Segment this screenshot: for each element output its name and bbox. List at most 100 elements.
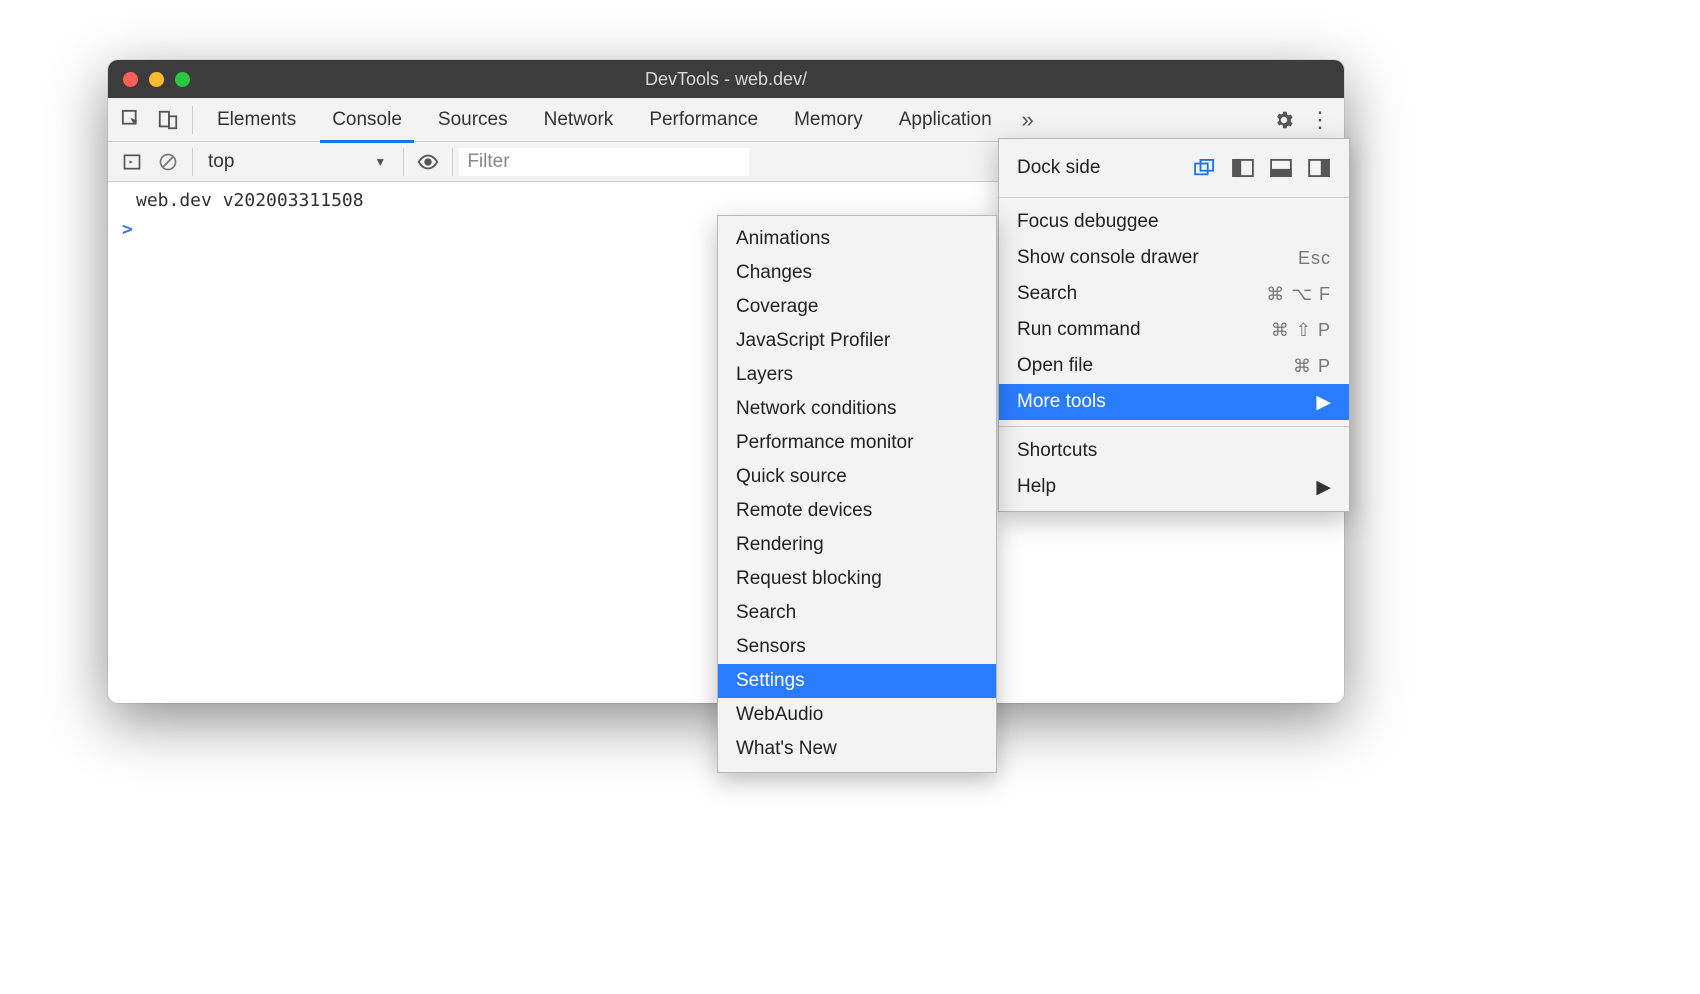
context-selector[interactable]: top ▼ [207, 150, 397, 174]
submenu-item-label: Quick source [736, 466, 847, 488]
overflow-menu: Dock side Focus debuggee Show console dra… [998, 138, 1350, 512]
tab-label: Performance [649, 109, 758, 131]
settings-gear-icon[interactable] [1266, 102, 1302, 138]
submenu-item-label: Search [736, 602, 796, 624]
menu-item-label: Shortcuts [1017, 440, 1097, 462]
more-tabs-icon[interactable]: » [1010, 102, 1046, 138]
window-title: DevTools - web.dev/ [108, 69, 1344, 90]
dock-right-icon[interactable] [1307, 158, 1331, 178]
tab-label: Memory [794, 109, 863, 131]
main-toolbar: Elements Console Sources Network Perform… [108, 98, 1344, 142]
menu-item[interactable]: Shortcuts [999, 433, 1349, 469]
submenu-item-label: Network conditions [736, 398, 897, 420]
submenu-arrow-icon: ▶ [1316, 476, 1331, 499]
menu-item[interactable]: Help ▶ [999, 469, 1349, 505]
tab-label: Sources [438, 109, 508, 131]
dock-side-label: Dock side [1017, 157, 1100, 179]
execution-sidebar-icon[interactable] [114, 144, 150, 180]
submenu-item[interactable]: Quick source [718, 460, 996, 494]
submenu-item[interactable]: JavaScript Profiler [718, 324, 996, 358]
separator [403, 148, 404, 176]
submenu-item[interactable]: Changes [718, 256, 996, 290]
titlebar: DevTools - web.dev/ [108, 60, 1344, 98]
submenu-item[interactable]: Settings [718, 664, 996, 698]
submenu-item-label: Sensors [736, 636, 806, 658]
menu-item[interactable]: Search ⌘ ⌥ F [999, 276, 1349, 312]
menu-item-label: Focus debuggee [1017, 211, 1159, 233]
tab-application[interactable]: Application [881, 98, 1010, 142]
tab-label: Application [899, 109, 992, 131]
menu-item[interactable]: Focus debuggee [999, 204, 1349, 240]
submenu-item[interactable]: Sensors [718, 630, 996, 664]
separator [452, 148, 453, 176]
menu-item[interactable]: Open file ⌘ P [999, 348, 1349, 384]
more-tools-submenu: Animations Changes Coverage JavaScript Prof… [717, 215, 997, 773]
submenu-item[interactable]: Remote devices [718, 494, 996, 528]
tab-console[interactable]: Console [314, 98, 420, 142]
submenu-item-label: Coverage [736, 296, 818, 318]
tab-sources[interactable]: Sources [420, 98, 526, 142]
tab-performance[interactable]: Performance [631, 98, 776, 142]
submenu-item-label: What's New [736, 738, 837, 760]
menu-item-label: Help [1017, 476, 1056, 498]
submenu-item-label: Animations [736, 228, 830, 250]
submenu-item[interactable]: WebAudio [718, 698, 996, 732]
chevron-down-icon: ▼ [374, 155, 386, 169]
submenu-item-label: Settings [736, 670, 805, 692]
tab-network[interactable]: Network [526, 98, 632, 142]
menu-item-shortcut: ⌘ ⇧ P [1271, 320, 1331, 341]
dock-side-row: Dock side [999, 145, 1349, 191]
menu-item-label: Search [1017, 283, 1077, 305]
submenu-item-label: JavaScript Profiler [736, 330, 890, 352]
inspect-element-icon[interactable] [114, 102, 150, 138]
menu-item-shortcut: ⌘ P [1293, 356, 1331, 377]
submenu-item[interactable]: Layers [718, 358, 996, 392]
live-expression-eye-icon[interactable] [410, 144, 446, 180]
menu-item-label: Show console drawer [1017, 247, 1199, 269]
kebab-menu-icon[interactable]: ⋮ [1302, 102, 1338, 138]
tab-memory[interactable]: Memory [776, 98, 881, 142]
submenu-item[interactable]: Network conditions [718, 392, 996, 426]
submenu-item[interactable]: Search [718, 596, 996, 630]
submenu-item[interactable]: Rendering [718, 528, 996, 562]
separator [192, 106, 193, 134]
devtools-window: DevTools - web.dev/ Elements Console Sou… [108, 60, 1344, 703]
menu-item-shortcut: Esc [1298, 248, 1331, 269]
submenu-item-label: Request blocking [736, 568, 882, 590]
clear-console-icon[interactable] [150, 144, 186, 180]
tab-elements[interactable]: Elements [199, 98, 314, 142]
filter-input[interactable] [459, 148, 749, 176]
menu-item[interactable]: Run command ⌘ ⇧ P [999, 312, 1349, 348]
submenu-item-label: Remote devices [736, 500, 872, 522]
window-controls [123, 72, 190, 87]
tab-label: Console [332, 109, 402, 131]
submenu-item-label: Layers [736, 364, 793, 386]
submenu-item-label: WebAudio [736, 704, 823, 726]
menu-item[interactable]: More tools ▶ [999, 384, 1349, 420]
menu-item-label: Open file [1017, 355, 1093, 377]
menu-item[interactable]: Show console drawer Esc [999, 240, 1349, 276]
submenu-item-label: Performance monitor [736, 432, 913, 454]
submenu-item[interactable]: Animations [718, 222, 996, 256]
submenu-item-label: Changes [736, 262, 812, 284]
device-toolbar-icon[interactable] [150, 102, 186, 138]
submenu-item[interactable]: Performance monitor [718, 426, 996, 460]
tab-label: Network [544, 109, 614, 131]
submenu-arrow-icon: ▶ [1316, 391, 1331, 414]
separator [192, 148, 193, 176]
dock-bottom-icon[interactable] [1269, 158, 1293, 178]
close-window-button[interactable] [123, 72, 138, 87]
menu-item-shortcut: ⌘ ⌥ F [1266, 284, 1331, 305]
submenu-item[interactable]: Coverage [718, 290, 996, 324]
context-label: top [208, 151, 234, 173]
submenu-item[interactable]: Request blocking [718, 562, 996, 596]
tab-label: Elements [217, 109, 296, 131]
submenu-item-label: Rendering [736, 534, 824, 556]
menu-item-label: Run command [1017, 319, 1141, 341]
minimize-window-button[interactable] [149, 72, 164, 87]
submenu-item[interactable]: What's New [718, 732, 996, 766]
zoom-window-button[interactable] [175, 72, 190, 87]
dock-undock-icon[interactable] [1193, 158, 1217, 178]
menu-item-label: More tools [1017, 391, 1106, 413]
dock-left-icon[interactable] [1231, 158, 1255, 178]
